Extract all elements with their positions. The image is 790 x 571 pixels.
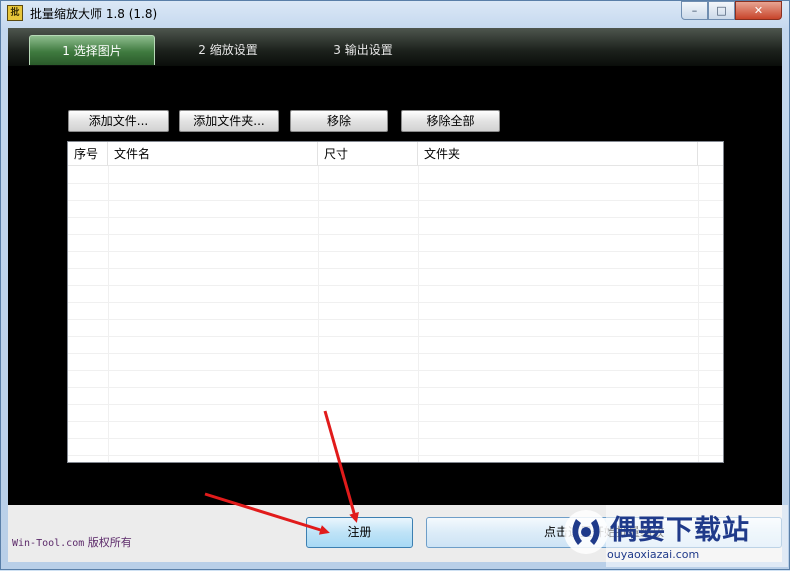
annotation-arrow-horizontal <box>204 492 330 535</box>
annotation-arrow-vertical <box>323 410 359 523</box>
annotation-arrows <box>204 410 359 535</box>
